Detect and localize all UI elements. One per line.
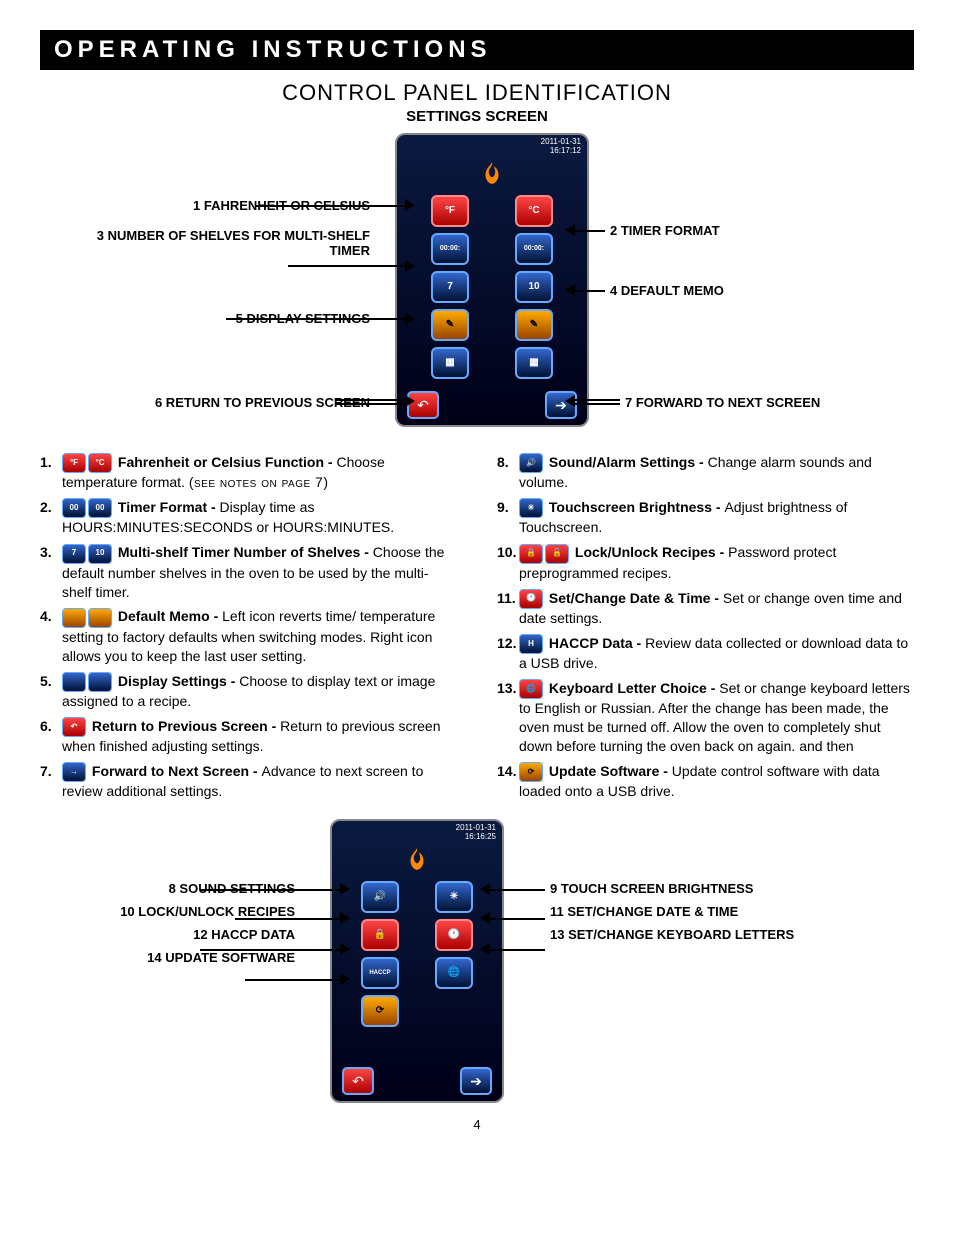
timer-hm-icon[interactable]: 00:00:: [515, 233, 553, 265]
inline-icon: 🔓: [545, 544, 569, 564]
globe-icon[interactable]: 🌐: [435, 957, 473, 989]
inline-icon: →: [62, 762, 86, 782]
list-item: 11. 🕐 Set/Change Date & Time - Set or ch…: [497, 589, 914, 628]
callout-3: 3 NUMBER OF SHELVES FOR MULTI-SHELF TIME…: [70, 228, 370, 258]
inline-icon: 🔒: [519, 544, 543, 564]
brightness-icon[interactable]: ☀: [435, 881, 473, 913]
update-icon[interactable]: ⟳: [361, 995, 399, 1027]
display-image-icon[interactable]: ▦: [515, 347, 553, 379]
inline-icon: [88, 608, 112, 628]
callout-11: 11 SET/CHANGE DATE & TIME: [550, 904, 738, 919]
inline-icon: 00: [88, 498, 112, 518]
settings-screen-diagram-1: 2011-01-3116:17:12 °F °C 00:00: 00:00: 7…: [40, 133, 914, 433]
list-item: 14. ⟳ Update Software - Update control s…: [497, 762, 914, 801]
inline-icon: 7: [62, 544, 86, 564]
page-number: 4: [40, 1117, 914, 1132]
callout-9: 9 TOUCH SCREEN BRIGHTNESS: [550, 881, 753, 896]
flame-icon: [332, 846, 502, 875]
list-item: 3. 710 Multi-shelf Timer Number of Shelv…: [40, 543, 457, 601]
callout-12: 12 HACCP DATA: [40, 927, 295, 942]
settings-screen-diagram-2: 2011-01-3116:16:25 🔊 ☀ 🔒 🕐 HACCP 🌐 ⟳ ↶ ➔…: [40, 819, 914, 1119]
list-item: 7. → Forward to Next Screen - Advance to…: [40, 762, 457, 801]
shelves-10-icon[interactable]: 10: [515, 271, 553, 303]
inline-icon: ☀: [519, 498, 543, 518]
callout-10: 10 LOCK/UNLOCK RECIPES: [40, 904, 295, 919]
list-item: 12. H HACCP Data - Review data collected…: [497, 634, 914, 673]
device-screen-2: 2011-01-3116:16:25 🔊 ☀ 🔒 🕐 HACCP 🌐 ⟳ ↶ ➔: [330, 819, 504, 1103]
haccp-icon[interactable]: HACCP: [361, 957, 399, 989]
list-item: 2. 0000 Timer Format - Display time as H…: [40, 498, 457, 537]
inline-icon: ↶: [62, 717, 86, 737]
list-item: 13. 🌐 Keyboard Letter Choice - Set or ch…: [497, 679, 914, 756]
sound-icon[interactable]: 🔊: [361, 881, 399, 913]
flame-icon: [397, 160, 587, 189]
list-item: 8. 🔊 Sound/Alarm Settings - Change alarm…: [497, 453, 914, 492]
display-text-icon[interactable]: ▦: [431, 347, 469, 379]
list-item: 4. Default Memo - Left icon reverts time…: [40, 607, 457, 665]
timer-hms-icon[interactable]: 00:00:: [431, 233, 469, 265]
screen2-datetime: 2011-01-3116:16:25: [332, 821, 502, 842]
list-item: 1. °F°C Fahrenheit or Celsius Function -…: [40, 453, 457, 492]
inline-icon: 🌐: [519, 679, 543, 699]
list-item: 6. ↶ Return to Previous Screen - Return …: [40, 717, 457, 756]
icon-grid: °F °C 00:00: 00:00: 7 10 ✎ ✎ ▦ ▦: [397, 195, 587, 379]
default-memo-left-icon[interactable]: ✎: [431, 309, 469, 341]
forward-button[interactable]: ➔: [460, 1067, 492, 1095]
inline-icon: 00: [62, 498, 86, 518]
inline-icon: °C: [88, 453, 112, 473]
inline-icon: 10: [88, 544, 112, 564]
callout-7: 7 FORWARD TO NEXT SCREEN: [625, 395, 820, 410]
shelves-7-icon[interactable]: 7: [431, 271, 469, 303]
device-screen: 2011-01-3116:17:12 °F °C 00:00: 00:00: 7…: [395, 133, 589, 427]
callout-14: 14 UPDATE SOFTWARE: [40, 950, 295, 965]
lock-icon[interactable]: 🔒: [361, 919, 399, 951]
instruction-list: 1. °F°C Fahrenheit or Celsius Function -…: [40, 453, 914, 807]
inline-icon: 🔊: [519, 453, 543, 473]
clock-icon[interactable]: 🕐: [435, 919, 473, 951]
page-title: CONTROL PANEL IDENTIFICATION: [40, 80, 914, 106]
page-subtitle: SETTINGS SCREEN: [40, 108, 914, 125]
inline-icon: [88, 672, 112, 692]
screen-datetime: 2011-01-3116:17:12: [397, 135, 587, 156]
section-header: OPERATING INSTRUCTIONS: [40, 30, 914, 70]
back-button[interactable]: ↶: [342, 1067, 374, 1095]
inline-icon: [62, 608, 86, 628]
inline-icon: °F: [62, 453, 86, 473]
callout-4: 4 DEFAULT MEMO: [610, 283, 724, 298]
default-memo-right-icon[interactable]: ✎: [515, 309, 553, 341]
list-item: 9. ☀ Touchscreen Brightness - Adjust bri…: [497, 498, 914, 537]
callout-13: 13 SET/CHANGE KEYBOARD LETTERS: [550, 927, 794, 942]
inline-icon: [62, 672, 86, 692]
callout-6: 6 RETURN TO PREVIOUS SCREEN: [70, 395, 370, 410]
list-item: 10. 🔒🔓 Lock/Unlock Recipes - Password pr…: [497, 543, 914, 582]
fahrenheit-icon[interactable]: °F: [431, 195, 469, 227]
inline-icon: ⟳: [519, 762, 543, 782]
callout-2: 2 TIMER FORMAT: [610, 223, 720, 238]
inline-icon: 🕐: [519, 589, 543, 609]
inline-icon: H: [519, 634, 543, 654]
list-item: 5. Display Settings - Choose to display …: [40, 672, 457, 711]
celsius-icon[interactable]: °C: [515, 195, 553, 227]
